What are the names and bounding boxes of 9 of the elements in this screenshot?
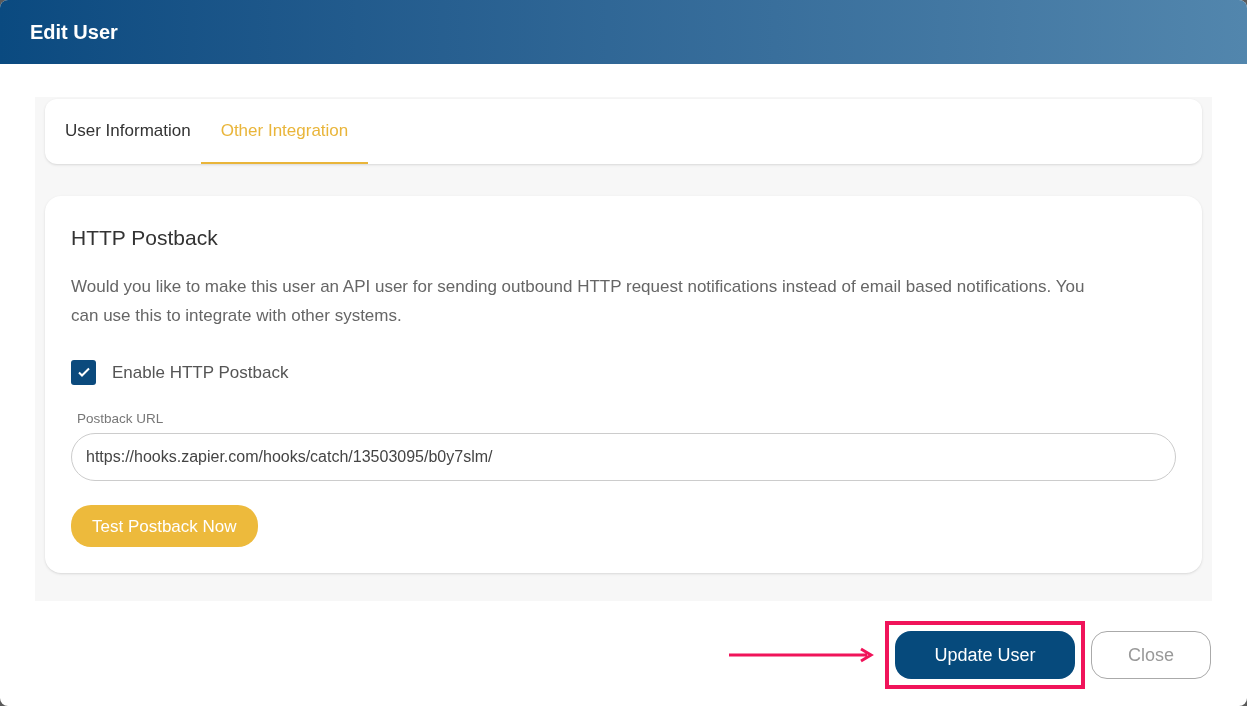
postback-url-field[interactable]: https://hooks.zapier.com/hooks/catch/13503095/b0y7slm/ (71, 433, 1176, 482)
update-button[interactable]: Update User (895, 631, 1075, 680)
checkbox[interactable] (71, 359, 96, 385)
tab[interactable]: User Information (55, 99, 201, 164)
field-label: Postback URL (77, 410, 165, 428)
checkbox-label: Enable HTTP Postback (112, 361, 289, 384)
dialog-title: Edit User (30, 20, 118, 45)
section-title: HTTP Postback (71, 225, 219, 251)
section-description: Would you like to make this user an API user for sending outbound HTTP request notifications instead of email based notifications. You can use this to integrate with other systems. (71, 275, 1086, 327)
